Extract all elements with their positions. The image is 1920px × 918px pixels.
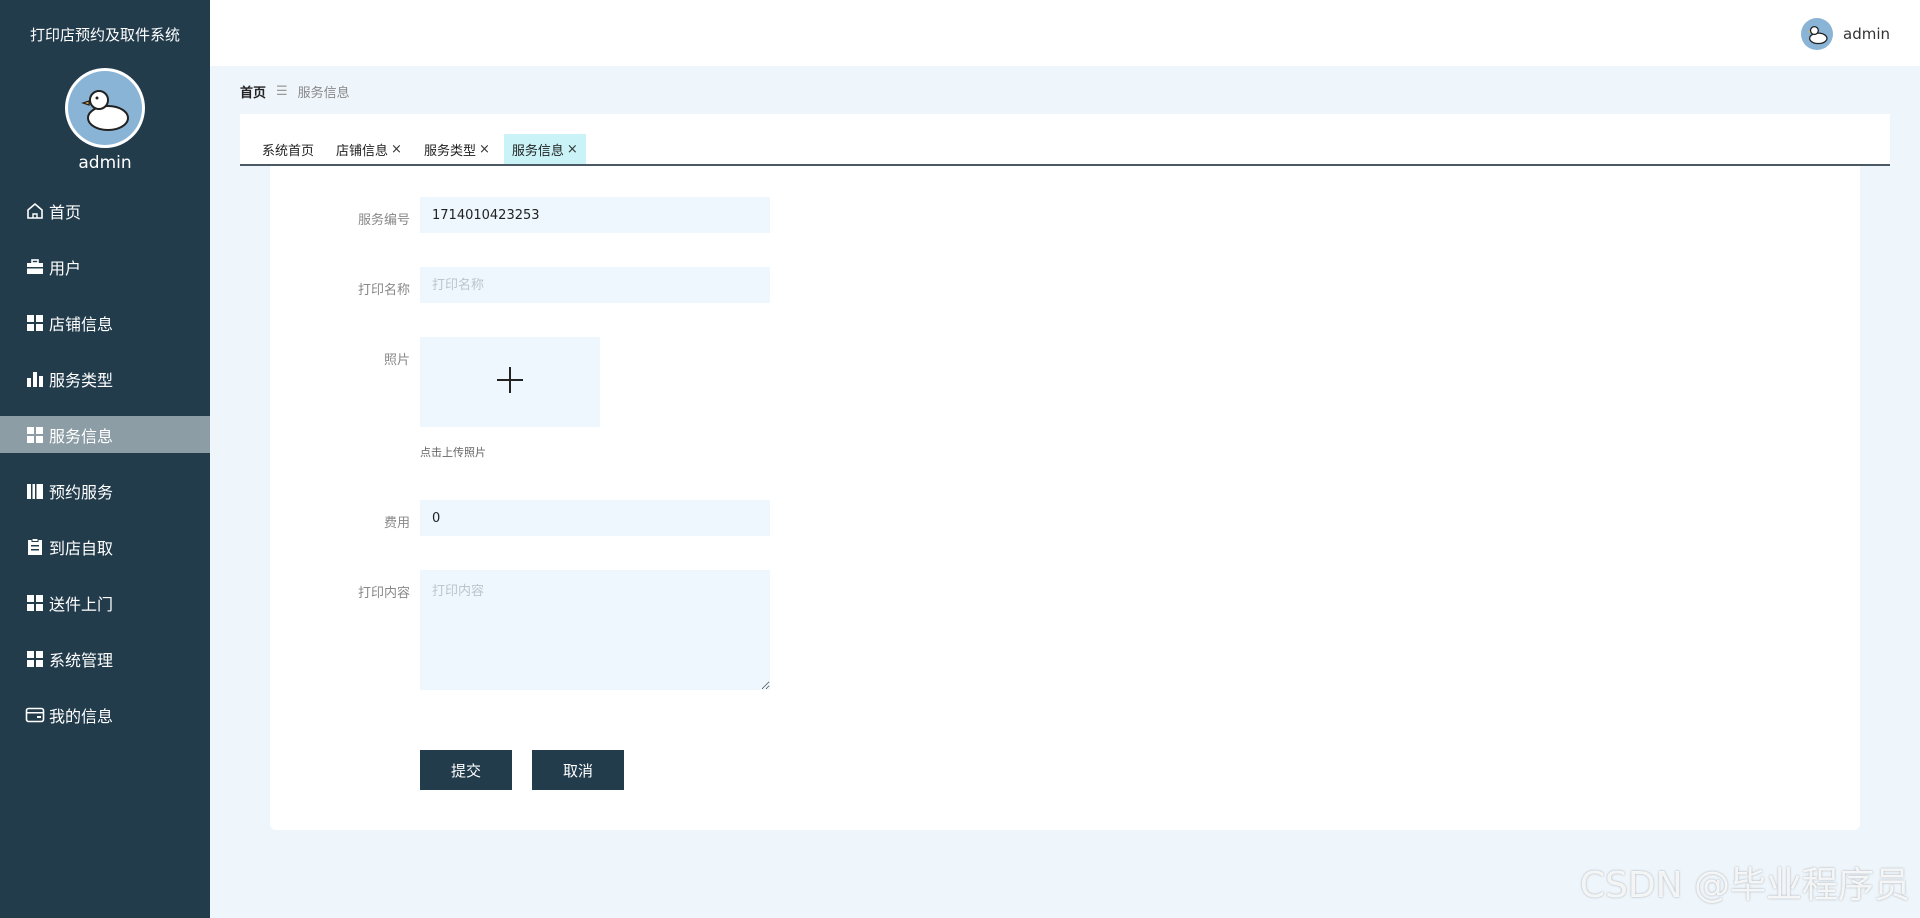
close-icon[interactable]: × xyxy=(391,142,402,157)
sidebar-item-label: 到店自取 xyxy=(49,538,114,558)
tab-shop-info[interactable]: 店铺信息 × xyxy=(328,134,410,164)
grid-icon xyxy=(24,592,46,614)
sidebar-item-label: 系统管理 xyxy=(49,650,114,670)
sidebar-item-home[interactable]: 首页 xyxy=(0,192,210,229)
sidebar-item-service-type[interactable]: 服务类型 xyxy=(0,360,210,397)
bar-chart-icon xyxy=(24,368,46,390)
tab-label: 店铺信息 xyxy=(336,143,389,159)
close-icon[interactable]: × xyxy=(567,142,578,157)
print-content-textarea[interactable] xyxy=(420,570,770,690)
photo-upload[interactable] xyxy=(420,337,600,427)
duck-avatar-icon xyxy=(1801,18,1833,50)
service-no-input[interactable] xyxy=(420,197,770,233)
close-icon[interactable]: × xyxy=(479,142,490,157)
fee-input[interactable] xyxy=(420,500,770,536)
sidebar-item-self-pickup[interactable]: 到店自取 xyxy=(0,528,210,565)
print-content-label: 打印内容 xyxy=(357,586,410,601)
print-name-input[interactable] xyxy=(420,267,770,303)
tab-label: 服务信息 xyxy=(511,143,564,159)
tabs-bar: 系统首页 店铺信息 × 服务类型 × 服务信息 × xyxy=(240,114,1890,166)
sidebar-item-label: 店铺信息 xyxy=(49,314,114,334)
sidebar-item-label: 服务类型 xyxy=(49,370,114,390)
book-icon xyxy=(24,480,46,502)
sidebar-item-label: 我的信息 xyxy=(49,706,114,726)
breadcrumb-home[interactable]: 首页 xyxy=(240,82,266,101)
tab-label: 服务类型 xyxy=(423,143,476,159)
sidebar-item-shop-info[interactable]: 店铺信息 xyxy=(0,304,210,341)
sidebar-item-delivery[interactable]: 送件上门 xyxy=(0,584,210,621)
avatar[interactable] xyxy=(65,68,145,148)
tabs: 系统首页 店铺信息 × 服务类型 × 服务信息 × xyxy=(254,134,592,164)
watermark: CSDN @毕业程序员 xyxy=(1579,865,1910,906)
breadcrumb: 首页 ☰ 服务信息 xyxy=(240,82,350,101)
top-username: admin xyxy=(1843,25,1890,43)
system-title: 打印店预约及取件系统 xyxy=(29,26,180,44)
sidebar-item-service-info[interactable]: 服务信息 xyxy=(0,416,210,453)
service-no-label: 服务编号 xyxy=(357,213,410,228)
wallet-icon xyxy=(24,704,46,726)
sidebar-item-users[interactable]: 用户 xyxy=(0,248,210,285)
cancel-button[interactable]: 取消 xyxy=(532,750,624,790)
sidebar-item-label: 预约服务 xyxy=(49,482,114,502)
sidebar-username: admin xyxy=(78,153,132,173)
plus-icon xyxy=(495,365,525,399)
clipboard-icon xyxy=(24,536,46,558)
grid-icon xyxy=(24,424,46,446)
top-user-menu[interactable]: admin xyxy=(1801,18,1890,50)
sidebar-item-reservation[interactable]: 预约服务 xyxy=(0,472,210,509)
home-icon xyxy=(24,200,46,222)
sidebar-item-label: 服务信息 xyxy=(49,426,114,446)
sidebar-item-label: 送件上门 xyxy=(49,594,114,614)
grid-icon xyxy=(24,648,46,670)
briefcase-icon xyxy=(24,256,46,278)
sidebar-item-system-management[interactable]: 系统管理 xyxy=(0,640,210,677)
grid-icon xyxy=(24,312,46,334)
tab-system-home[interactable]: 系统首页 xyxy=(254,134,322,164)
form-card: 服务编号 打印名称 照片 点击上传照片 费用 打印内容 提交 取消 xyxy=(270,166,1860,830)
breadcrumb-separator-icon: ☰ xyxy=(276,84,288,99)
top-bar: admin xyxy=(210,0,1920,66)
tab-label: 系统首页 xyxy=(262,143,315,159)
sidebar-item-label: 用户 xyxy=(49,258,82,278)
print-name-label: 打印名称 xyxy=(357,283,410,298)
breadcrumb-current: 服务信息 xyxy=(297,86,350,101)
sidebar-item-my-info[interactable]: 我的信息 xyxy=(0,696,210,733)
tab-service-info[interactable]: 服务信息 × xyxy=(503,134,586,164)
tab-service-type[interactable]: 服务类型 × xyxy=(416,134,498,164)
photo-upload-hint: 点击上传照片 xyxy=(420,446,486,459)
sidebar-item-label: 首页 xyxy=(49,202,82,222)
sidebar: 打印店预约及取件系统 admin 首页 用户 店铺信息 服务类型 服务信息 预约… xyxy=(0,0,210,918)
duck-avatar-icon xyxy=(68,71,142,145)
submit-button[interactable]: 提交 xyxy=(420,750,512,790)
photo-label: 照片 xyxy=(383,353,410,368)
sidebar-menu: 首页 用户 店铺信息 服务类型 服务信息 预约服务 到店自取 送件上门 系统管理… xyxy=(0,192,210,752)
fee-label: 费用 xyxy=(383,516,410,531)
